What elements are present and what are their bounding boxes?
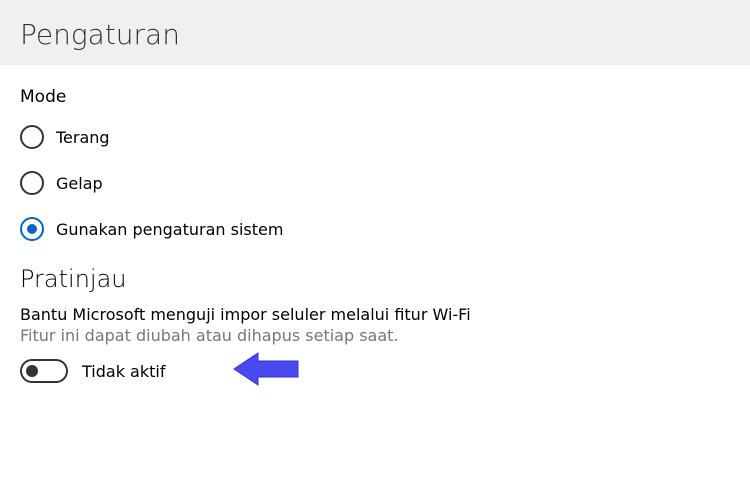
radio-icon-selected (20, 217, 44, 241)
radio-icon (20, 125, 44, 149)
radio-label: Gunakan pengaturan sistem (56, 220, 283, 239)
radio-label: Gelap (56, 174, 103, 193)
preview-heading: Pratinjau (20, 265, 730, 293)
radio-label: Terang (56, 128, 110, 147)
toggle-row: Tidak aktif (20, 359, 730, 383)
preview-toggle[interactable] (20, 359, 68, 383)
preview-desc: Bantu Microsoft menguji impor seluler me… (20, 305, 730, 324)
page-title: Pengaturan (20, 18, 730, 51)
radio-icon (20, 171, 44, 195)
radio-option-gelap[interactable]: Gelap (20, 171, 730, 195)
radio-option-terang[interactable]: Terang (20, 125, 730, 149)
preview-subdesc: Fitur ini dapat diubah atau dihapus seti… (20, 326, 730, 345)
content: Mode Terang Gelap Gunakan pengaturan sis… (0, 65, 750, 395)
toggle-label: Tidak aktif (82, 362, 165, 381)
header: Pengaturan (0, 0, 750, 65)
arrow-annotation-icon (230, 349, 300, 393)
mode-label: Mode (20, 87, 730, 107)
radio-option-system[interactable]: Gunakan pengaturan sistem (20, 217, 730, 241)
